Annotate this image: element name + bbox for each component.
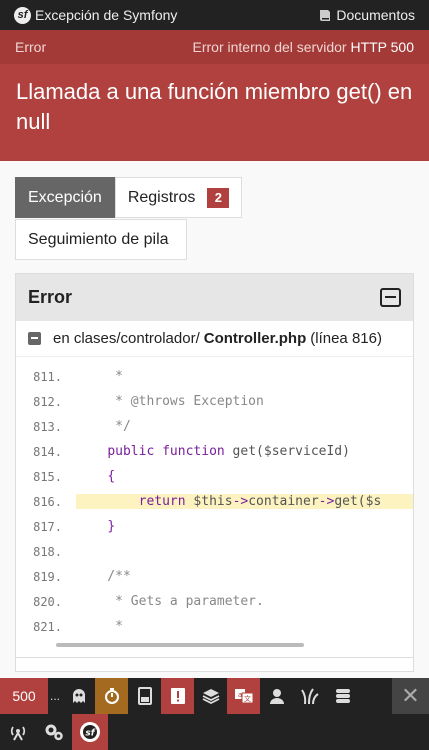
code-text: public function get($serviceId) bbox=[107, 444, 350, 459]
line-number: 814. bbox=[33, 444, 62, 459]
status-text: Error interno del servidor HTTP 500 bbox=[193, 39, 415, 55]
line-number: 819. bbox=[33, 569, 62, 584]
symfony-logo-icon: sf bbox=[14, 6, 31, 24]
code-line: 821. * bbox=[16, 614, 413, 639]
timer-icon[interactable] bbox=[95, 678, 128, 714]
code-line: 818. bbox=[16, 539, 413, 564]
exception-icon[interactable] bbox=[161, 678, 194, 714]
code-text: * @throws Exception bbox=[76, 394, 264, 409]
tab-exception-label: Excepción bbox=[28, 188, 102, 206]
trace-panel-header[interactable]: Error bbox=[16, 274, 413, 321]
svg-text:sf: sf bbox=[85, 729, 95, 739]
code-line: 819. /** bbox=[16, 564, 413, 589]
collapse-icon[interactable] bbox=[380, 288, 401, 307]
tab-stack-trace-label: Seguimiento de pila bbox=[28, 230, 169, 248]
toolbar-row-1: 500 ... a文 ✕ bbox=[0, 678, 429, 714]
code-text: /** bbox=[76, 569, 131, 584]
code-line: 817. } bbox=[16, 514, 413, 539]
code-text: { bbox=[107, 469, 116, 484]
trace-file: Controller.php bbox=[203, 330, 307, 347]
tab-logs[interactable]: Registros 2 bbox=[114, 177, 243, 218]
layers-icon[interactable] bbox=[194, 678, 227, 714]
trace-path: en clases/controlador/ bbox=[53, 330, 200, 347]
line-number: 813. bbox=[33, 419, 62, 434]
code-text: * bbox=[76, 369, 123, 384]
brand[interactable]: sf Excepción de Symfony bbox=[14, 6, 178, 24]
ghost-icon[interactable] bbox=[62, 678, 95, 714]
code-line: 815. { bbox=[16, 464, 413, 489]
error-header: Error Error interno del servidor HTTP 50… bbox=[0, 30, 429, 161]
database-icon[interactable] bbox=[326, 678, 359, 714]
code-snippet: 811. * 812. * @throws Exception 813. */814… bbox=[16, 357, 413, 639]
close-toolbar-button[interactable]: ✕ bbox=[392, 678, 429, 714]
tab-logs-label: Registros bbox=[127, 188, 196, 206]
line-number: 811. bbox=[33, 369, 62, 384]
line-number: 816. bbox=[33, 494, 62, 509]
status-code: HTTP 500 bbox=[350, 39, 414, 55]
docs-label: Documentos bbox=[336, 7, 415, 23]
twig-icon[interactable] bbox=[293, 678, 326, 714]
status-code-panel[interactable]: 500 bbox=[0, 678, 48, 714]
line-number: 820. bbox=[33, 594, 62, 609]
line-number: 821. bbox=[33, 619, 62, 634]
tab-exception[interactable]: Excepción bbox=[15, 177, 115, 218]
code-line: 814. public function get($serviceId) bbox=[16, 439, 413, 464]
line-number: 812. bbox=[33, 394, 62, 409]
line-number: 818. bbox=[33, 544, 62, 559]
next-trace-line bbox=[16, 657, 413, 671]
status-description: Error interno del servidor bbox=[192, 39, 347, 55]
svg-text:文: 文 bbox=[244, 694, 251, 703]
memory-icon[interactable] bbox=[128, 678, 161, 714]
symfony-version-icon[interactable]: sf bbox=[72, 714, 108, 750]
docs-link[interactable]: Documentos bbox=[319, 7, 415, 23]
translation-icon[interactable]: a文 bbox=[227, 678, 260, 714]
code-line: 820. * Gets a parameter. bbox=[16, 589, 413, 614]
tab-bar: Excepción Registros 2 Seguimiento de pila bbox=[0, 161, 429, 260]
code-line: 812. * @throws Exception bbox=[16, 389, 413, 414]
top-bar: sf Excepción de Symfony Documentos bbox=[0, 0, 429, 30]
code-line: 811. * bbox=[16, 364, 413, 389]
line-number: 817. bbox=[33, 519, 62, 534]
svg-text:a: a bbox=[237, 691, 241, 699]
toolbar-row-2: sf bbox=[0, 714, 429, 750]
config-gears-icon[interactable] bbox=[36, 714, 72, 750]
code-text: * Gets a parameter. bbox=[76, 594, 264, 609]
line-number: 815. bbox=[33, 469, 62, 484]
user-icon[interactable] bbox=[260, 678, 293, 714]
code-text: */ bbox=[76, 419, 131, 434]
code-text: return $this->container->get($s bbox=[76, 494, 413, 509]
trace-line-number: (línea 816) bbox=[310, 330, 382, 347]
logs-count-badge: 2 bbox=[207, 187, 230, 208]
brand-label: Excepción de Symfony bbox=[35, 7, 178, 23]
toolbar-ellipsis[interactable]: ... bbox=[48, 678, 62, 714]
code-text: * bbox=[76, 619, 123, 634]
code-line: 816. return $this->container->get($s bbox=[16, 489, 413, 514]
code-text: } bbox=[107, 519, 116, 534]
tab-stack-trace[interactable]: Seguimiento de pila bbox=[15, 219, 187, 260]
horizontal-scrollbar[interactable] bbox=[56, 643, 304, 647]
collapse-line-icon[interactable] bbox=[28, 332, 41, 345]
code-line: 813. */ bbox=[16, 414, 413, 439]
debug-toolbar: 500 ... a文 ✕ sf bbox=[0, 678, 429, 750]
book-icon bbox=[320, 9, 331, 21]
network-icon[interactable] bbox=[0, 714, 36, 750]
trace-panel-title: Error bbox=[28, 287, 73, 307]
trace-panel: Error en clases/controlador/ Controller.… bbox=[15, 273, 414, 672]
error-meta: Error Error interno del servidor HTTP 50… bbox=[0, 30, 429, 64]
trace-line[interactable]: en clases/controlador/ Controller.php (l… bbox=[16, 321, 413, 357]
error-label: Error bbox=[15, 39, 47, 55]
exception-message: Llamada a una función miembro get() en n… bbox=[16, 79, 413, 134]
